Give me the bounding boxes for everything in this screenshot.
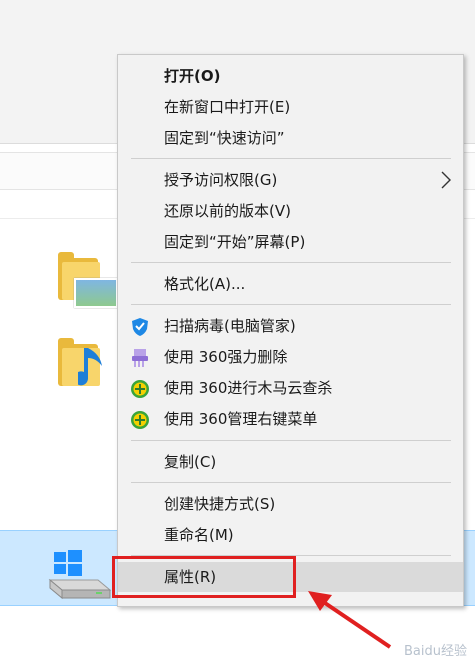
menu-separator [131,262,451,263]
menu-item-copy[interactable]: 复制(C) [118,447,463,477]
menu-item-label: 扫描病毒(电脑管家) [164,317,296,335]
menu-item-pin-start[interactable]: 固定到“开始”屏幕(P) [118,227,463,257]
highlight-box [112,556,296,598]
menu-item-label: 在新窗口中打开(E) [164,98,291,116]
menu-item-open[interactable]: 打开(O) [118,61,463,91]
context-menu: 打开(O) 在新窗口中打开(E) 固定到“快速访问” 授予访问权限(G) 还原以… [117,54,464,607]
360-plus-icon [131,411,149,429]
music-note-icon [78,348,102,386]
menu-item-360-manage-menu[interactable]: 使用 360管理右键菜单 [118,404,463,434]
red-arrow-icon [308,591,392,649]
menu-item-give-access[interactable]: 授予访问权限(G) [118,165,463,195]
menu-item-label: 固定到“快速访问” [164,129,285,147]
windows-drive-icon[interactable] [48,550,112,600]
menu-item-label: 复制(C) [164,453,217,471]
menu-item-label: 打开(O) [164,67,221,85]
menu-item-label: 授予访问权限(G) [164,171,278,189]
menu-item-label: 格式化(A)... [164,275,246,293]
shield-icon [132,318,148,336]
chevron-right-icon [441,171,451,189]
shredder-icon [132,349,148,367]
menu-item-label: 固定到“开始”屏幕(P) [164,233,306,251]
menu-item-label: 使用 360强力删除 [164,348,288,366]
menu-item-label: 创建快捷方式(S) [164,495,276,513]
menu-separator [131,440,451,441]
picture-thumbnail-icon [74,278,118,308]
menu-item-rename[interactable]: 重命名(M) [118,520,463,550]
menu-item-scan-virus[interactable]: 扫描病毒(电脑管家) [118,311,463,341]
menu-item-restore-versions[interactable]: 还原以前的版本(V) [118,196,463,226]
menu-item-label: 重命名(M) [164,526,234,544]
menu-item-create-shortcut[interactable]: 创建快捷方式(S) [118,489,463,519]
watermark: Baidu经验 [404,644,467,659]
menu-item-360-force-delete[interactable]: 使用 360强力删除 [118,342,463,372]
360-plus-icon [131,380,149,398]
menu-item-open-new-window[interactable]: 在新窗口中打开(E) [118,92,463,122]
menu-item-label: 使用 360进行木马云查杀 [164,379,333,397]
menu-separator [131,158,451,159]
menu-item-label: 使用 360管理右键菜单 [164,410,318,428]
menu-item-360-cloud-scan[interactable]: 使用 360进行木马云查杀 [118,373,463,403]
menu-separator [131,482,451,483]
menu-item-format[interactable]: 格式化(A)... [118,269,463,299]
menu-separator [131,304,451,305]
menu-item-pin-quick-access[interactable]: 固定到“快速访问” [118,123,463,153]
menu-item-label: 还原以前的版本(V) [164,202,291,220]
